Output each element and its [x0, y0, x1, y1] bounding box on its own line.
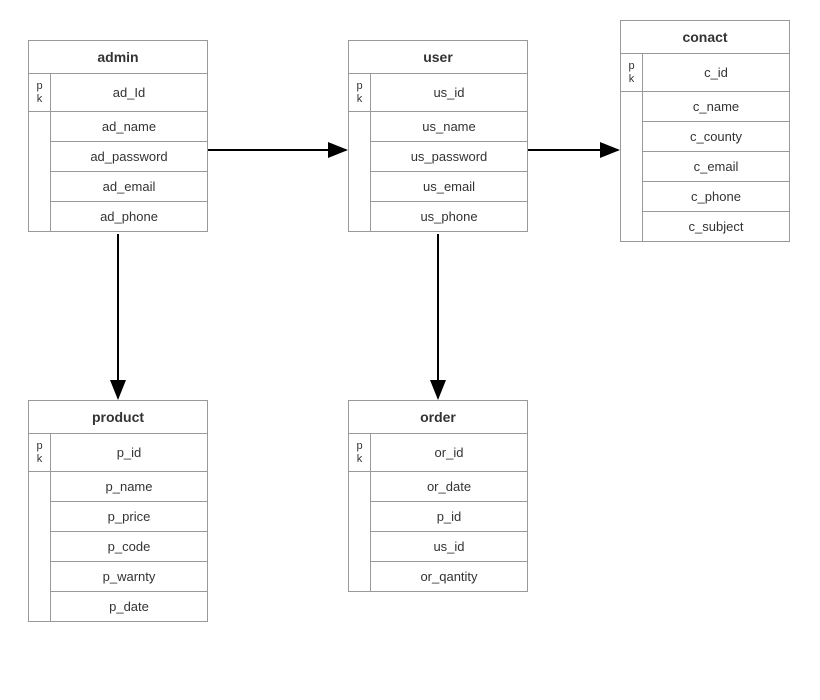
attr-cell: ad_name: [51, 112, 207, 142]
entity-body: pk ad_Id ad_name ad_password ad_email ad…: [29, 74, 207, 231]
attr-cell: us_id: [371, 532, 527, 562]
attr-cell: p_name: [51, 472, 207, 502]
entity-title: admin: [29, 41, 207, 74]
pk-spacer: [621, 92, 642, 241]
attr-cell: p_warnty: [51, 562, 207, 592]
pk-label: pk: [349, 434, 370, 472]
pk-column: pk: [29, 74, 51, 231]
pk-label: pk: [29, 434, 50, 472]
pk-spacer: [349, 472, 370, 591]
entity-admin: admin pk ad_Id ad_name ad_password ad_em…: [28, 40, 208, 232]
pk-label: pk: [349, 74, 370, 112]
attr-cell: p_code: [51, 532, 207, 562]
pk-spacer: [349, 112, 370, 231]
attr-cell: us_password: [371, 142, 527, 172]
entity-conact: conact pk c_id c_name c_county c_email c…: [620, 20, 790, 242]
attr-cell: or_date: [371, 472, 527, 502]
pk-column: pk: [349, 74, 371, 231]
entity-body: pk or_id or_date p_id us_id or_qantity: [349, 434, 527, 591]
attr-cell: c_email: [643, 152, 789, 182]
attr-cell: p_date: [51, 592, 207, 621]
attr-cell: ad_Id: [51, 74, 207, 112]
pk-column: pk: [621, 54, 643, 241]
attr-cell: us_email: [371, 172, 527, 202]
entity-body: pk us_id us_name us_password us_email us…: [349, 74, 527, 231]
entity-body: pk p_id p_name p_price p_code p_warnty p…: [29, 434, 207, 621]
pk-label: pk: [621, 54, 642, 92]
pk-column: pk: [349, 434, 371, 591]
entity-title: product: [29, 401, 207, 434]
entity-title: user: [349, 41, 527, 74]
attr-cell: or_qantity: [371, 562, 527, 591]
attr-column: c_id c_name c_county c_email c_phone c_s…: [643, 54, 789, 241]
attr-column: p_id p_name p_price p_code p_warnty p_da…: [51, 434, 207, 621]
attr-cell: us_id: [371, 74, 527, 112]
entity-order: order pk or_id or_date p_id us_id or_qan…: [348, 400, 528, 592]
attr-cell: c_name: [643, 92, 789, 122]
attr-cell: ad_email: [51, 172, 207, 202]
entity-product: product pk p_id p_name p_price p_code p_…: [28, 400, 208, 622]
attr-cell: ad_password: [51, 142, 207, 172]
entity-title: conact: [621, 21, 789, 54]
entity-title: order: [349, 401, 527, 434]
attr-cell: ad_phone: [51, 202, 207, 231]
attr-cell: c_county: [643, 122, 789, 152]
attr-column: us_id us_name us_password us_email us_ph…: [371, 74, 527, 231]
attr-column: or_id or_date p_id us_id or_qantity: [371, 434, 527, 591]
attr-cell: c_id: [643, 54, 789, 92]
attr-cell: us_name: [371, 112, 527, 142]
pk-spacer: [29, 472, 50, 621]
entity-body: pk c_id c_name c_county c_email c_phone …: [621, 54, 789, 241]
attr-cell: c_phone: [643, 182, 789, 212]
entity-user: user pk us_id us_name us_password us_ema…: [348, 40, 528, 232]
pk-column: pk: [29, 434, 51, 621]
attr-cell: p_id: [51, 434, 207, 472]
pk-spacer: [29, 112, 50, 231]
attr-cell: c_subject: [643, 212, 789, 241]
attr-cell: p_id: [371, 502, 527, 532]
attr-column: ad_Id ad_name ad_password ad_email ad_ph…: [51, 74, 207, 231]
attr-cell: us_phone: [371, 202, 527, 231]
attr-cell: p_price: [51, 502, 207, 532]
pk-label: pk: [29, 74, 50, 112]
attr-cell: or_id: [371, 434, 527, 472]
